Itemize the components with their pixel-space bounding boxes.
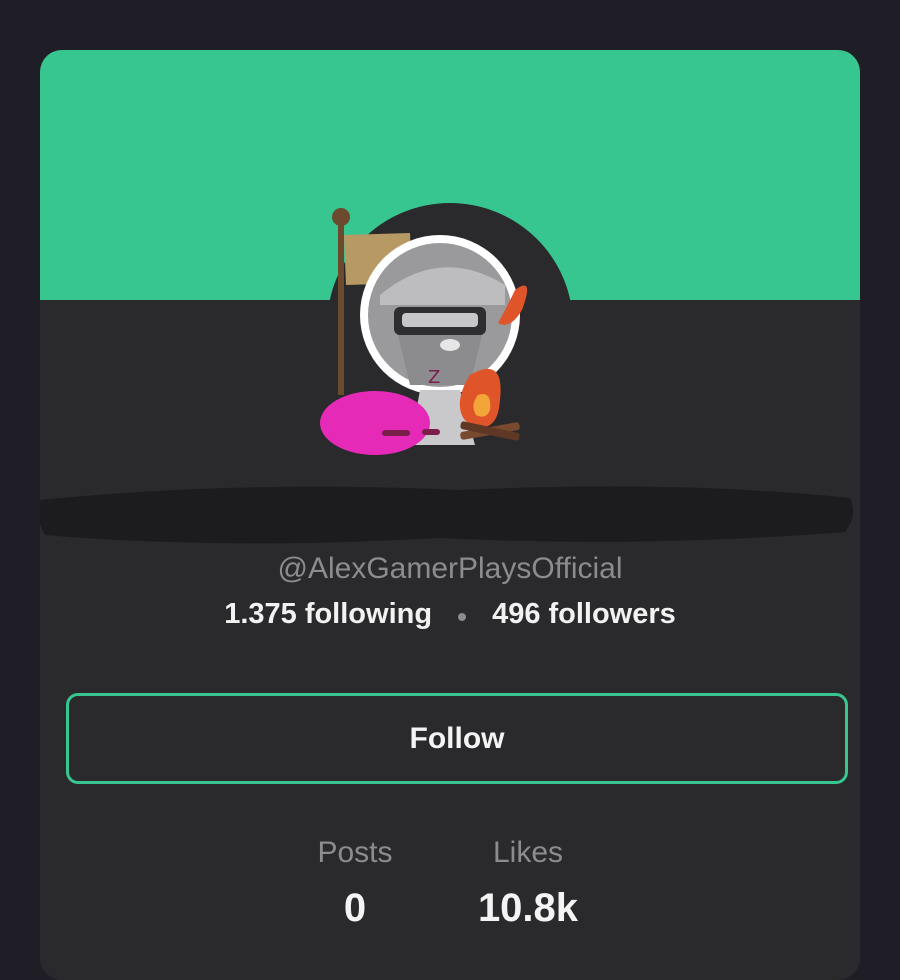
posts-label: Posts	[317, 836, 393, 869]
likes-label: Likes	[492, 836, 564, 869]
avatar[interactable]: Z	[310, 205, 550, 465]
following-label: following	[304, 598, 433, 630]
follow-button[interactable]: Follow	[66, 693, 848, 784]
posts-metric: Posts 0	[295, 836, 415, 931]
likes-value: 10.8k	[477, 886, 579, 930]
likes-metric: Likes 10.8k	[458, 836, 598, 931]
profile-card: Z @AlexGamerPlaysOfficial 1.375 following…	[40, 50, 860, 980]
svg-text:Z: Z	[428, 367, 440, 388]
following-link[interactable]: 1.375 following	[224, 598, 432, 631]
redacted-display-name	[40, 486, 854, 544]
follow-stats: 1.375 following 496 followers	[40, 598, 860, 631]
dot-separator-icon	[458, 612, 467, 621]
followers-link[interactable]: 496 followers	[492, 598, 676, 631]
following-count: 1.375	[224, 598, 297, 630]
username: @AlexGamerPlaysOfficial	[277, 552, 623, 585]
followers-count: 496	[492, 598, 541, 630]
followers-label: followers	[548, 598, 676, 630]
posts-value: 0	[343, 886, 367, 930]
